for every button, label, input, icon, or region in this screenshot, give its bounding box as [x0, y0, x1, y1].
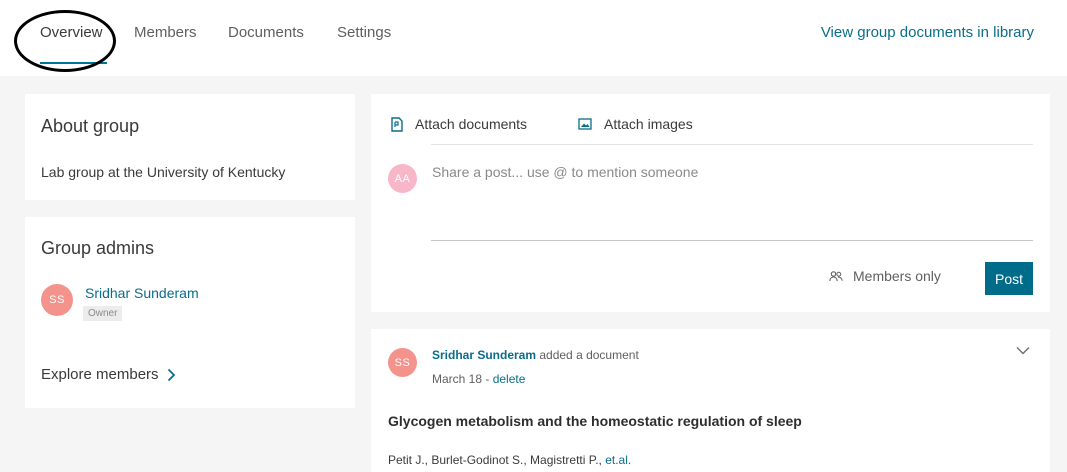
chevron-down-icon[interactable]: [1016, 346, 1030, 355]
document-attach-icon: [391, 116, 403, 132]
tab-overview[interactable]: Overview: [40, 24, 103, 41]
group-admins-card: Group admins SS Sridhar Sunderam Owner E…: [25, 217, 355, 408]
document-title[interactable]: Glycogen metabolism and the homeostatic …: [388, 413, 802, 429]
about-group-title: About group: [41, 116, 140, 136]
group-nav: Overview Members Documents Settings View…: [0, 0, 1067, 72]
active-tab-indicator: [40, 62, 107, 64]
feed-item-meta: March 18 - delete: [432, 372, 525, 386]
attach-images-label: Attach images: [604, 116, 693, 132]
feed-author-link[interactable]: Sridhar Sunderam: [432, 348, 536, 362]
document-authors: Petit J., Burlet-Godinot S., Magistretti…: [388, 453, 631, 467]
document-author-list: Petit J., Burlet-Godinot S., Magistretti…: [388, 453, 606, 467]
attach-documents-button[interactable]: Attach documents: [391, 116, 527, 132]
image-icon: [578, 118, 592, 130]
visibility-selector[interactable]: Members only: [829, 268, 941, 284]
admin-name-link[interactable]: Sridhar Sunderam: [85, 285, 199, 301]
explore-members-link[interactable]: Explore members: [41, 366, 176, 383]
admin-avatar: SS: [41, 284, 73, 316]
feed-item: SS Sridhar Sunderam added a document Mar…: [371, 329, 1050, 472]
visibility-label: Members only: [853, 268, 941, 284]
feed-item-header: Sridhar Sunderam added a document: [432, 348, 639, 362]
attach-images-button[interactable]: Attach images: [578, 116, 693, 132]
people-icon: [829, 271, 843, 282]
post-input[interactable]: [432, 164, 1032, 224]
post-input-underline: [431, 240, 1033, 241]
explore-members-label: Explore members: [41, 366, 159, 383]
about-group-card: About group Lab group at the University …: [25, 94, 355, 200]
chevron-right-icon: [167, 368, 175, 381]
feed-author-avatar: SS: [388, 348, 417, 377]
post-composer: Attach documents Attach images AA Member…: [371, 94, 1050, 312]
group-description: Lab group at the University of Kentucky: [41, 164, 286, 180]
view-library-link[interactable]: View group documents in library: [821, 24, 1034, 41]
group-workspace: About group Lab group at the University …: [0, 76, 1067, 472]
tab-settings[interactable]: Settings: [337, 24, 391, 41]
attach-documents-label: Attach documents: [415, 116, 528, 132]
tab-documents[interactable]: Documents: [228, 24, 304, 41]
feed-action-text: added a document: [536, 348, 639, 362]
et-al-link[interactable]: et.al.: [605, 453, 631, 467]
post-button[interactable]: Post: [985, 262, 1033, 295]
composer-divider: [431, 144, 1033, 145]
tab-members[interactable]: Members: [134, 24, 197, 41]
owner-badge: Owner: [83, 306, 123, 321]
group-admins-title: Group admins: [41, 238, 155, 258]
feed-date: March 18 -: [432, 372, 493, 386]
delete-link[interactable]: delete: [493, 372, 526, 386]
current-user-avatar: AA: [388, 164, 417, 193]
